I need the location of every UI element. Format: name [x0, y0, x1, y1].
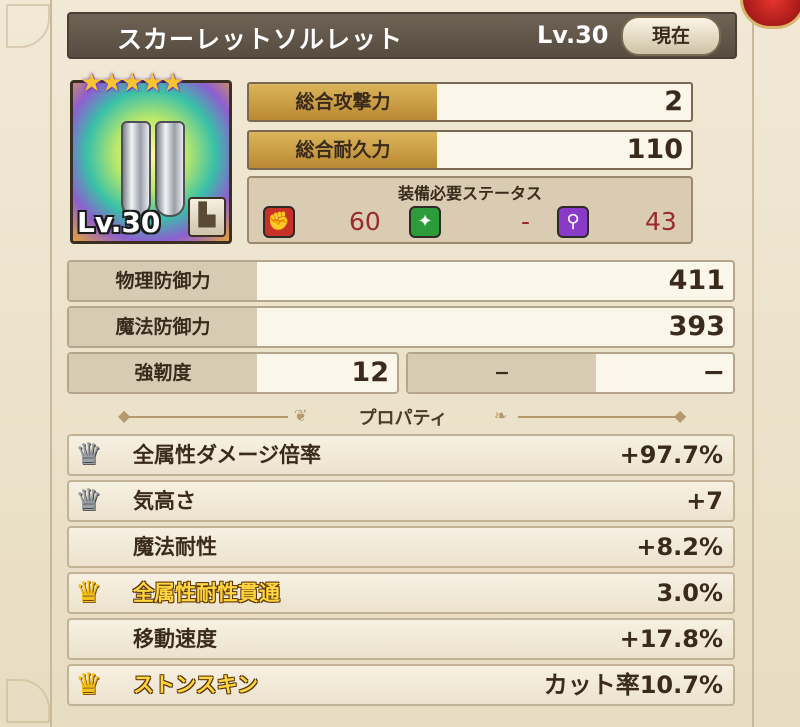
- gold-crown-icon: ♛: [75, 575, 102, 610]
- dexterity-requirement: -: [521, 207, 531, 236]
- corner-ornament: [6, 679, 50, 723]
- property-row: ♛ 全属性耐性貫通 3.0%: [67, 572, 735, 614]
- magic-defense-value: 393: [668, 311, 725, 342]
- dexterity-star-icon: ✦: [409, 206, 441, 238]
- total-durability-value: 110: [626, 134, 683, 165]
- flourish-ornament-icon: ❧: [494, 406, 508, 425]
- total-durability-row: 総合耐久力 110: [247, 130, 693, 170]
- property-row: 魔法耐性 +8.2%: [67, 526, 735, 568]
- item-title-bar: スカーレットソルレット Lv.30 現在: [67, 12, 737, 59]
- magic-defense-row: 魔法防御力 393: [67, 306, 735, 348]
- magic-wand-icon: ⚲: [557, 206, 589, 238]
- item-level: Lv.30: [537, 21, 609, 49]
- magic-defense-label: 魔法防御力: [69, 308, 257, 346]
- property-row: ♛ 全属性ダメージ倍率 +97.7%: [67, 434, 735, 476]
- current-button[interactable]: 現在: [621, 16, 721, 56]
- property-label: 移動速度: [133, 627, 217, 651]
- diamond-ornament-icon: ◆: [674, 406, 687, 425]
- rarity-stars: ★★★★★: [80, 68, 185, 98]
- divider-line: [518, 416, 678, 418]
- item-name: スカーレットソルレット: [117, 25, 404, 54]
- required-stats-title: 装備必要ステータス: [397, 184, 542, 203]
- total-attack-label: 総合攻撃力: [249, 84, 437, 120]
- item-icon[interactable]: Lv.30 ▙: [70, 80, 232, 244]
- item-level-badge: Lv.30: [77, 206, 161, 239]
- property-label: ストンスキン: [133, 673, 258, 697]
- physical-defense-label: 物理防御力: [69, 262, 257, 300]
- physical-defense-row: 物理防御力 411: [67, 260, 735, 302]
- total-attack-value: 2: [664, 86, 683, 117]
- required-stats-box: 装備必要ステータス ✊ 60 ✦ - ⚲ 43: [247, 176, 693, 244]
- physical-defense-value: 411: [668, 265, 725, 296]
- red-gem-ornament: [740, 0, 800, 29]
- empty-stat-label: −: [408, 354, 596, 392]
- silver-crown-icon: ♛: [75, 483, 102, 518]
- property-value: 3.0%: [656, 579, 723, 607]
- property-row: ♛ 気高さ +7: [67, 480, 735, 522]
- gold-crown-icon: ♛: [75, 667, 102, 702]
- toughness-value: 12: [351, 357, 389, 388]
- silver-crown-icon: ♛: [75, 437, 102, 472]
- toughness-label: 強靭度: [69, 354, 257, 392]
- property-value: +7: [686, 487, 723, 515]
- property-value: +17.8%: [619, 625, 723, 653]
- property-value: カット率10.7%: [543, 671, 723, 699]
- property-row: 移動速度 +17.8%: [67, 618, 735, 660]
- properties-divider: ◆ ❦ プロパティ ❧ ◆: [118, 404, 688, 430]
- total-attack-row: 総合攻撃力 2: [247, 82, 693, 122]
- property-value: +8.2%: [636, 533, 723, 561]
- strength-fist-icon: ✊: [263, 206, 295, 238]
- property-row: ♛ ストンスキン カット率10.7%: [67, 664, 735, 706]
- boot-icon: ▙: [188, 197, 226, 237]
- boot-image: [121, 121, 151, 217]
- empty-stat-row: − −: [406, 352, 735, 394]
- strength-requirement: 60: [349, 207, 381, 236]
- empty-stat-value: −: [702, 357, 725, 388]
- property-label: 魔法耐性: [133, 535, 217, 559]
- total-durability-label: 総合耐久力: [249, 132, 437, 168]
- toughness-row: 強靭度 12: [67, 352, 399, 394]
- property-label: 全属性耐性貫通: [133, 581, 280, 605]
- boot-image: [155, 121, 185, 217]
- magic-requirement: 43: [645, 207, 677, 236]
- corner-ornament: [6, 4, 50, 48]
- property-value: +97.7%: [619, 441, 723, 469]
- property-label: 全属性ダメージ倍率: [133, 443, 321, 467]
- property-label: 気高さ: [133, 489, 196, 513]
